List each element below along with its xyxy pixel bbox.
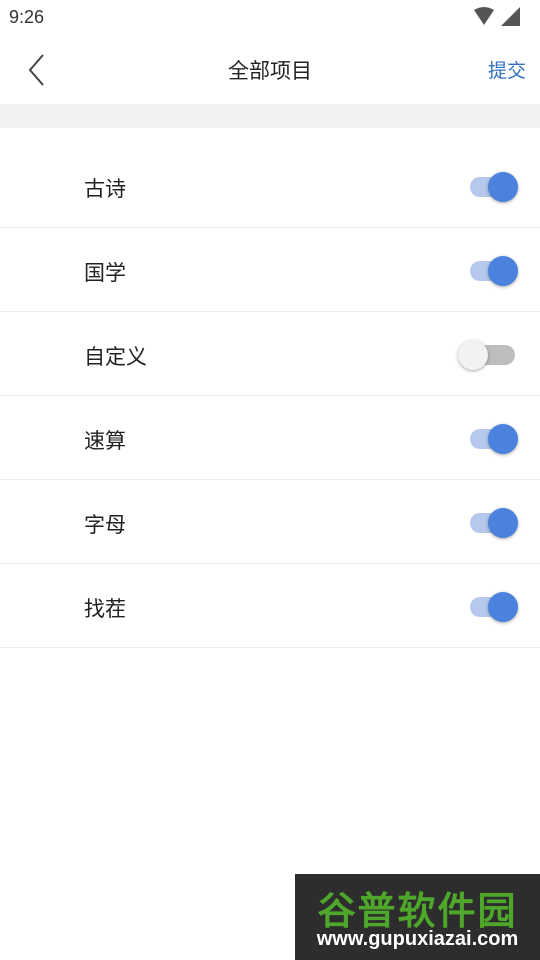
cellular-signal-icon bbox=[501, 7, 520, 26]
list-item-zimu: 字母 bbox=[0, 480, 540, 564]
toggle-knob bbox=[488, 508, 518, 538]
watermark: 谷普软件园 www.gupuxiazai.com bbox=[295, 874, 540, 960]
toggle-switch[interactable] bbox=[467, 423, 523, 455]
submit-button[interactable]: 提交 bbox=[488, 56, 526, 83]
list-item-susuan: 速算 bbox=[0, 396, 540, 480]
toggle-knob bbox=[458, 340, 488, 370]
list-item-custom: 自定义 bbox=[0, 312, 540, 396]
toggle-switch[interactable] bbox=[467, 591, 523, 623]
item-label: 找茬 bbox=[84, 597, 126, 621]
item-label: 字母 bbox=[84, 513, 126, 537]
section-divider bbox=[0, 104, 540, 128]
toggle-knob bbox=[488, 172, 518, 202]
top-app-bar: 全部项目 提交 bbox=[0, 36, 540, 104]
watermark-logo-text: 谷普软件园 bbox=[317, 889, 518, 933]
status-time: 9:26 bbox=[9, 7, 45, 27]
toggle-switch[interactable] bbox=[467, 255, 523, 287]
toggle-knob bbox=[488, 424, 518, 454]
page-title: 全部项目 bbox=[228, 59, 312, 83]
toggle-switch[interactable] bbox=[458, 339, 523, 371]
list-item-gushi: 古诗 bbox=[0, 144, 540, 228]
item-label: 国学 bbox=[84, 261, 126, 285]
item-label: 自定义 bbox=[84, 345, 147, 369]
status-bar: 9:26 bbox=[0, 0, 540, 36]
list-item-guoxue: 国学 bbox=[0, 228, 540, 312]
list-item-zhaocha: 找茬 bbox=[0, 564, 540, 648]
watermark-url: www.gupuxiazai.com bbox=[316, 928, 519, 950]
toggle-switch[interactable] bbox=[467, 171, 523, 203]
toggle-switch[interactable] bbox=[467, 507, 523, 539]
toggle-knob bbox=[488, 256, 518, 286]
project-list: 古诗 国学 自定义 速算 字母 找茬 bbox=[0, 144, 540, 648]
item-label: 速算 bbox=[84, 429, 126, 453]
status-icons bbox=[474, 7, 522, 27]
item-label: 古诗 bbox=[84, 177, 126, 201]
toggle-knob bbox=[488, 592, 518, 622]
